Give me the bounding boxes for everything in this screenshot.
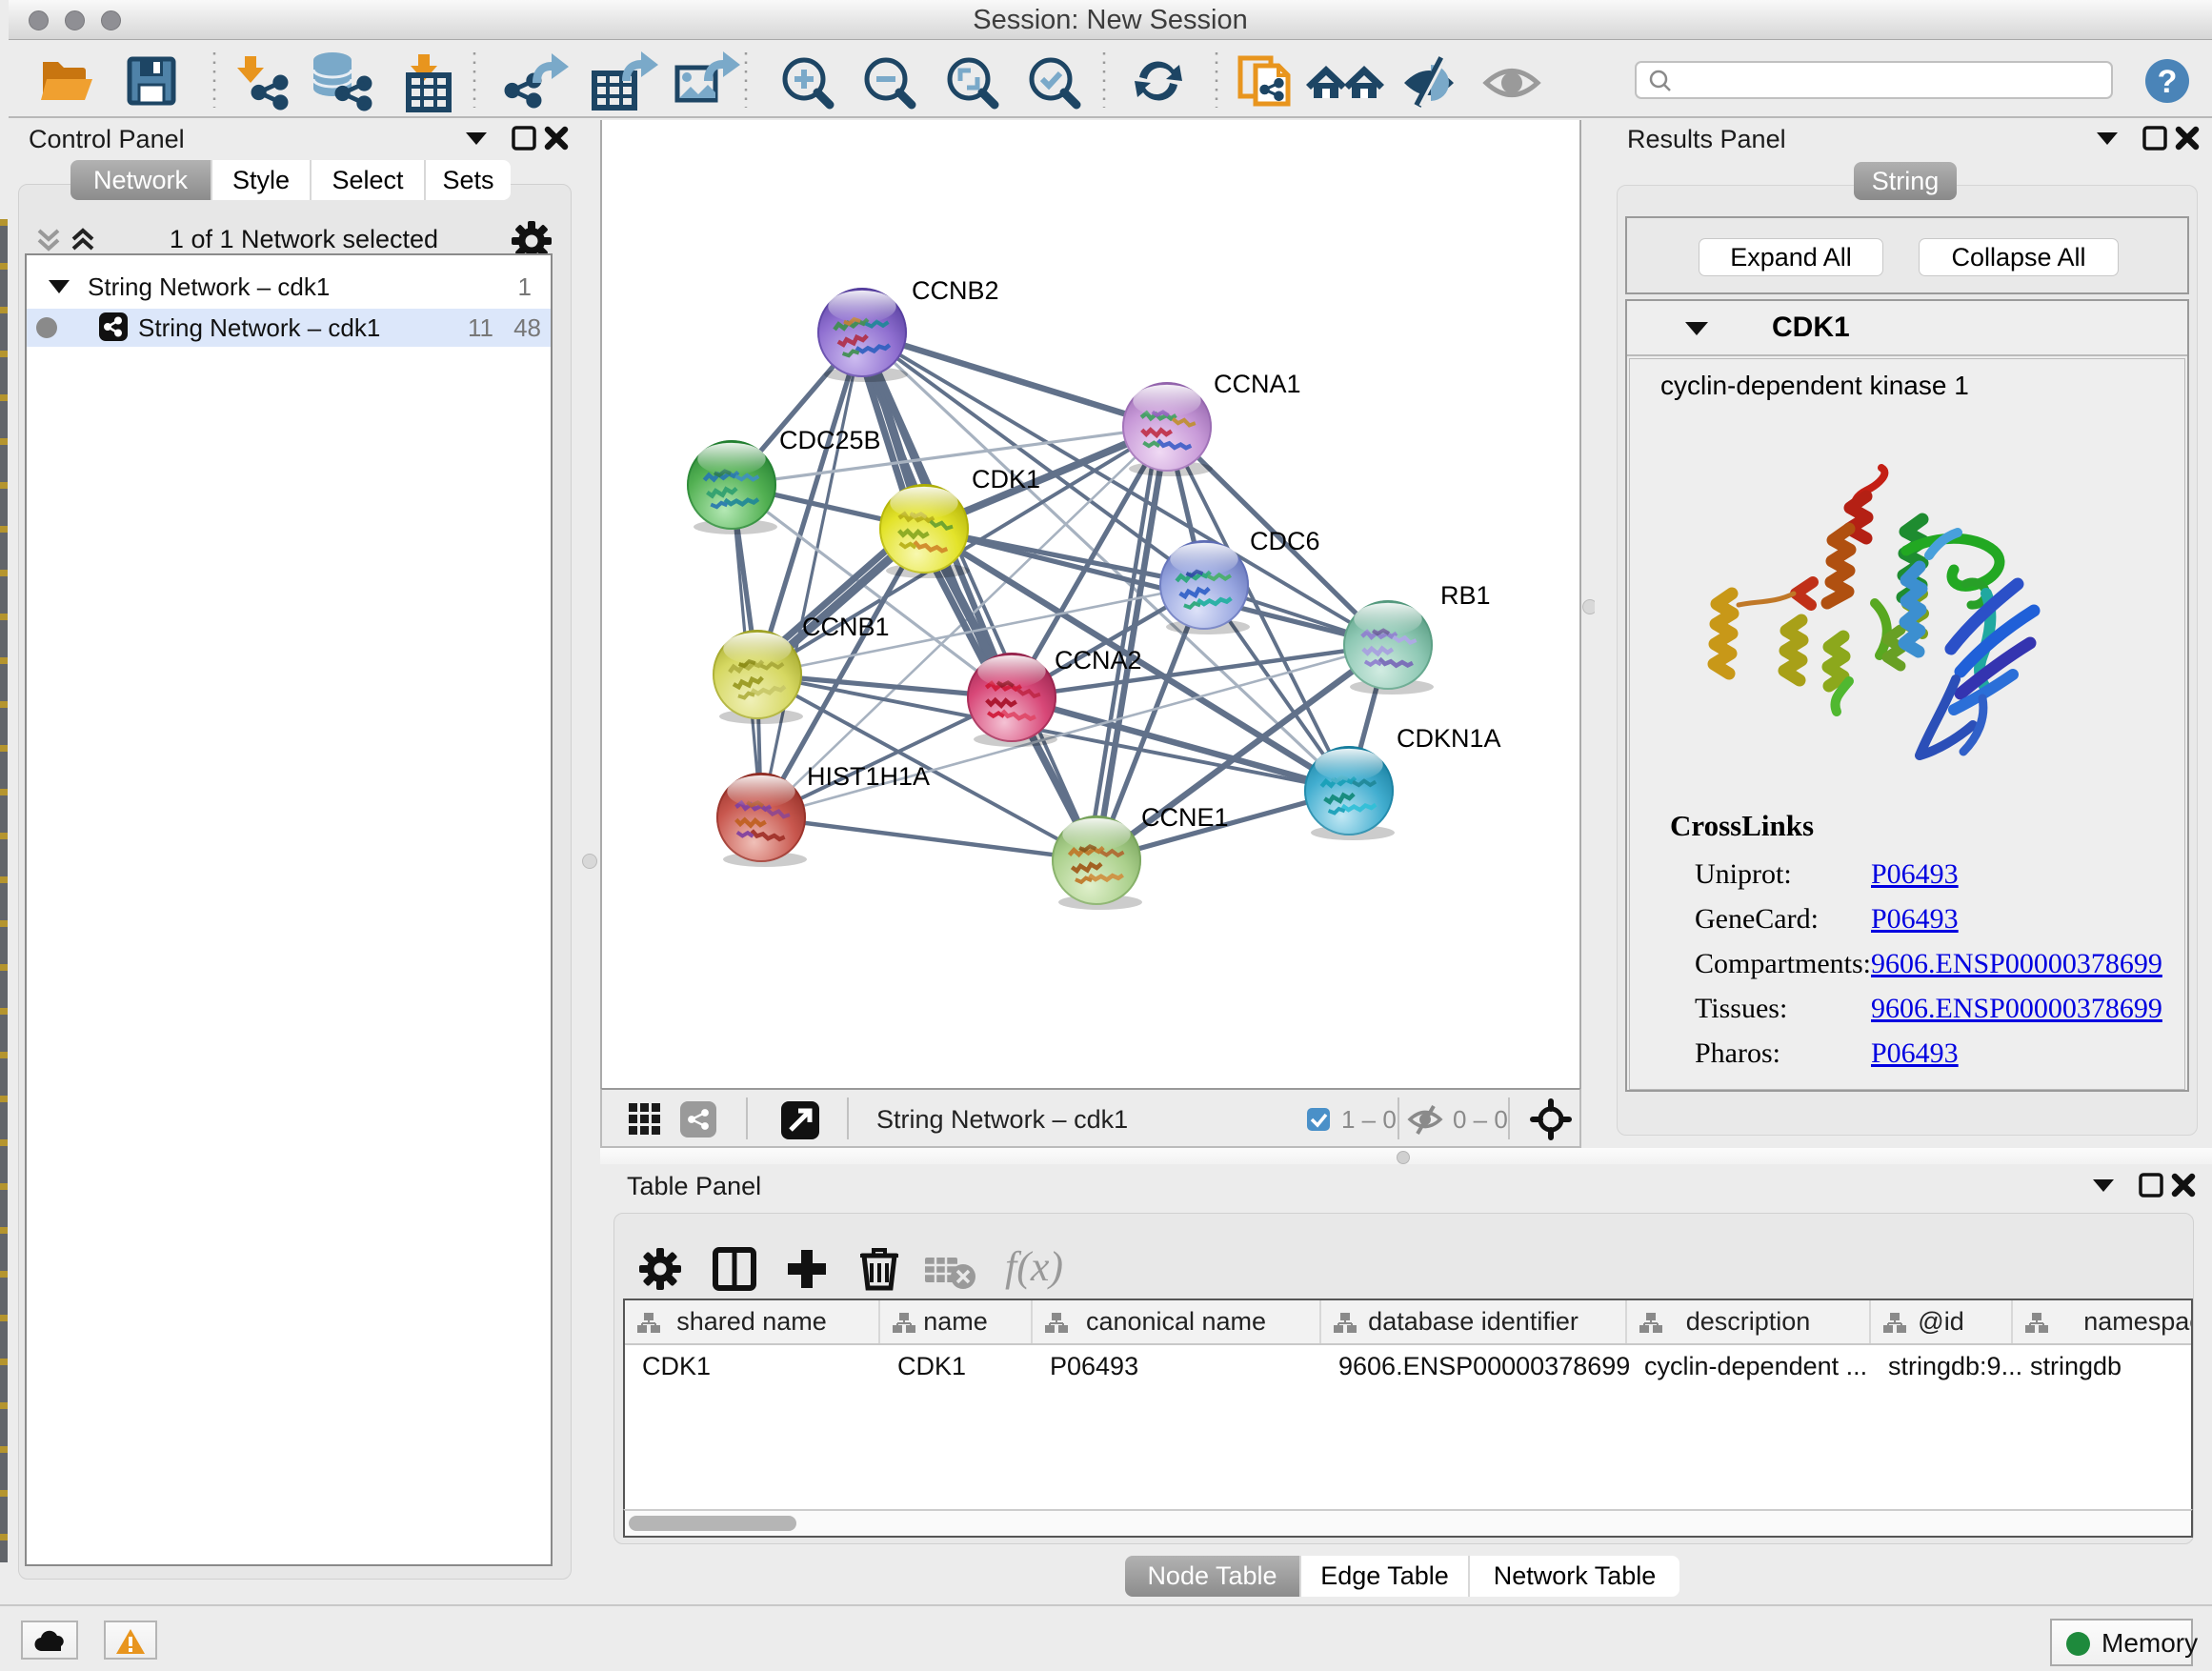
svg-text:CCNE1: CCNE1 bbox=[1141, 803, 1229, 832]
svg-text:CDC25B: CDC25B bbox=[779, 426, 881, 454]
svg-text:CCNB2: CCNB2 bbox=[912, 276, 999, 305]
svg-text:CDC6: CDC6 bbox=[1250, 527, 1320, 555]
svg-text:CCNA2: CCNA2 bbox=[1055, 646, 1142, 674]
svg-text:String Network – cdk1: String Network – cdk1 bbox=[876, 1105, 1128, 1134]
svg-text:CDKN1A: CDKN1A bbox=[1397, 724, 1501, 753]
svg-text:1 – 0: 1 – 0 bbox=[1341, 1105, 1397, 1134]
svg-text:CDK1: CDK1 bbox=[972, 465, 1040, 493]
svg-text:CCNA1: CCNA1 bbox=[1214, 370, 1301, 398]
svg-text:f(x): f(x) bbox=[1005, 1243, 1063, 1290]
svg-text:0 – 0: 0 – 0 bbox=[1453, 1105, 1508, 1134]
svg-text:HIST1H1A: HIST1H1A bbox=[807, 762, 930, 791]
svg-text:RB1: RB1 bbox=[1440, 581, 1491, 610]
svg-text:?: ? bbox=[2158, 64, 2178, 100]
svg-text:CCNB1: CCNB1 bbox=[802, 613, 890, 641]
